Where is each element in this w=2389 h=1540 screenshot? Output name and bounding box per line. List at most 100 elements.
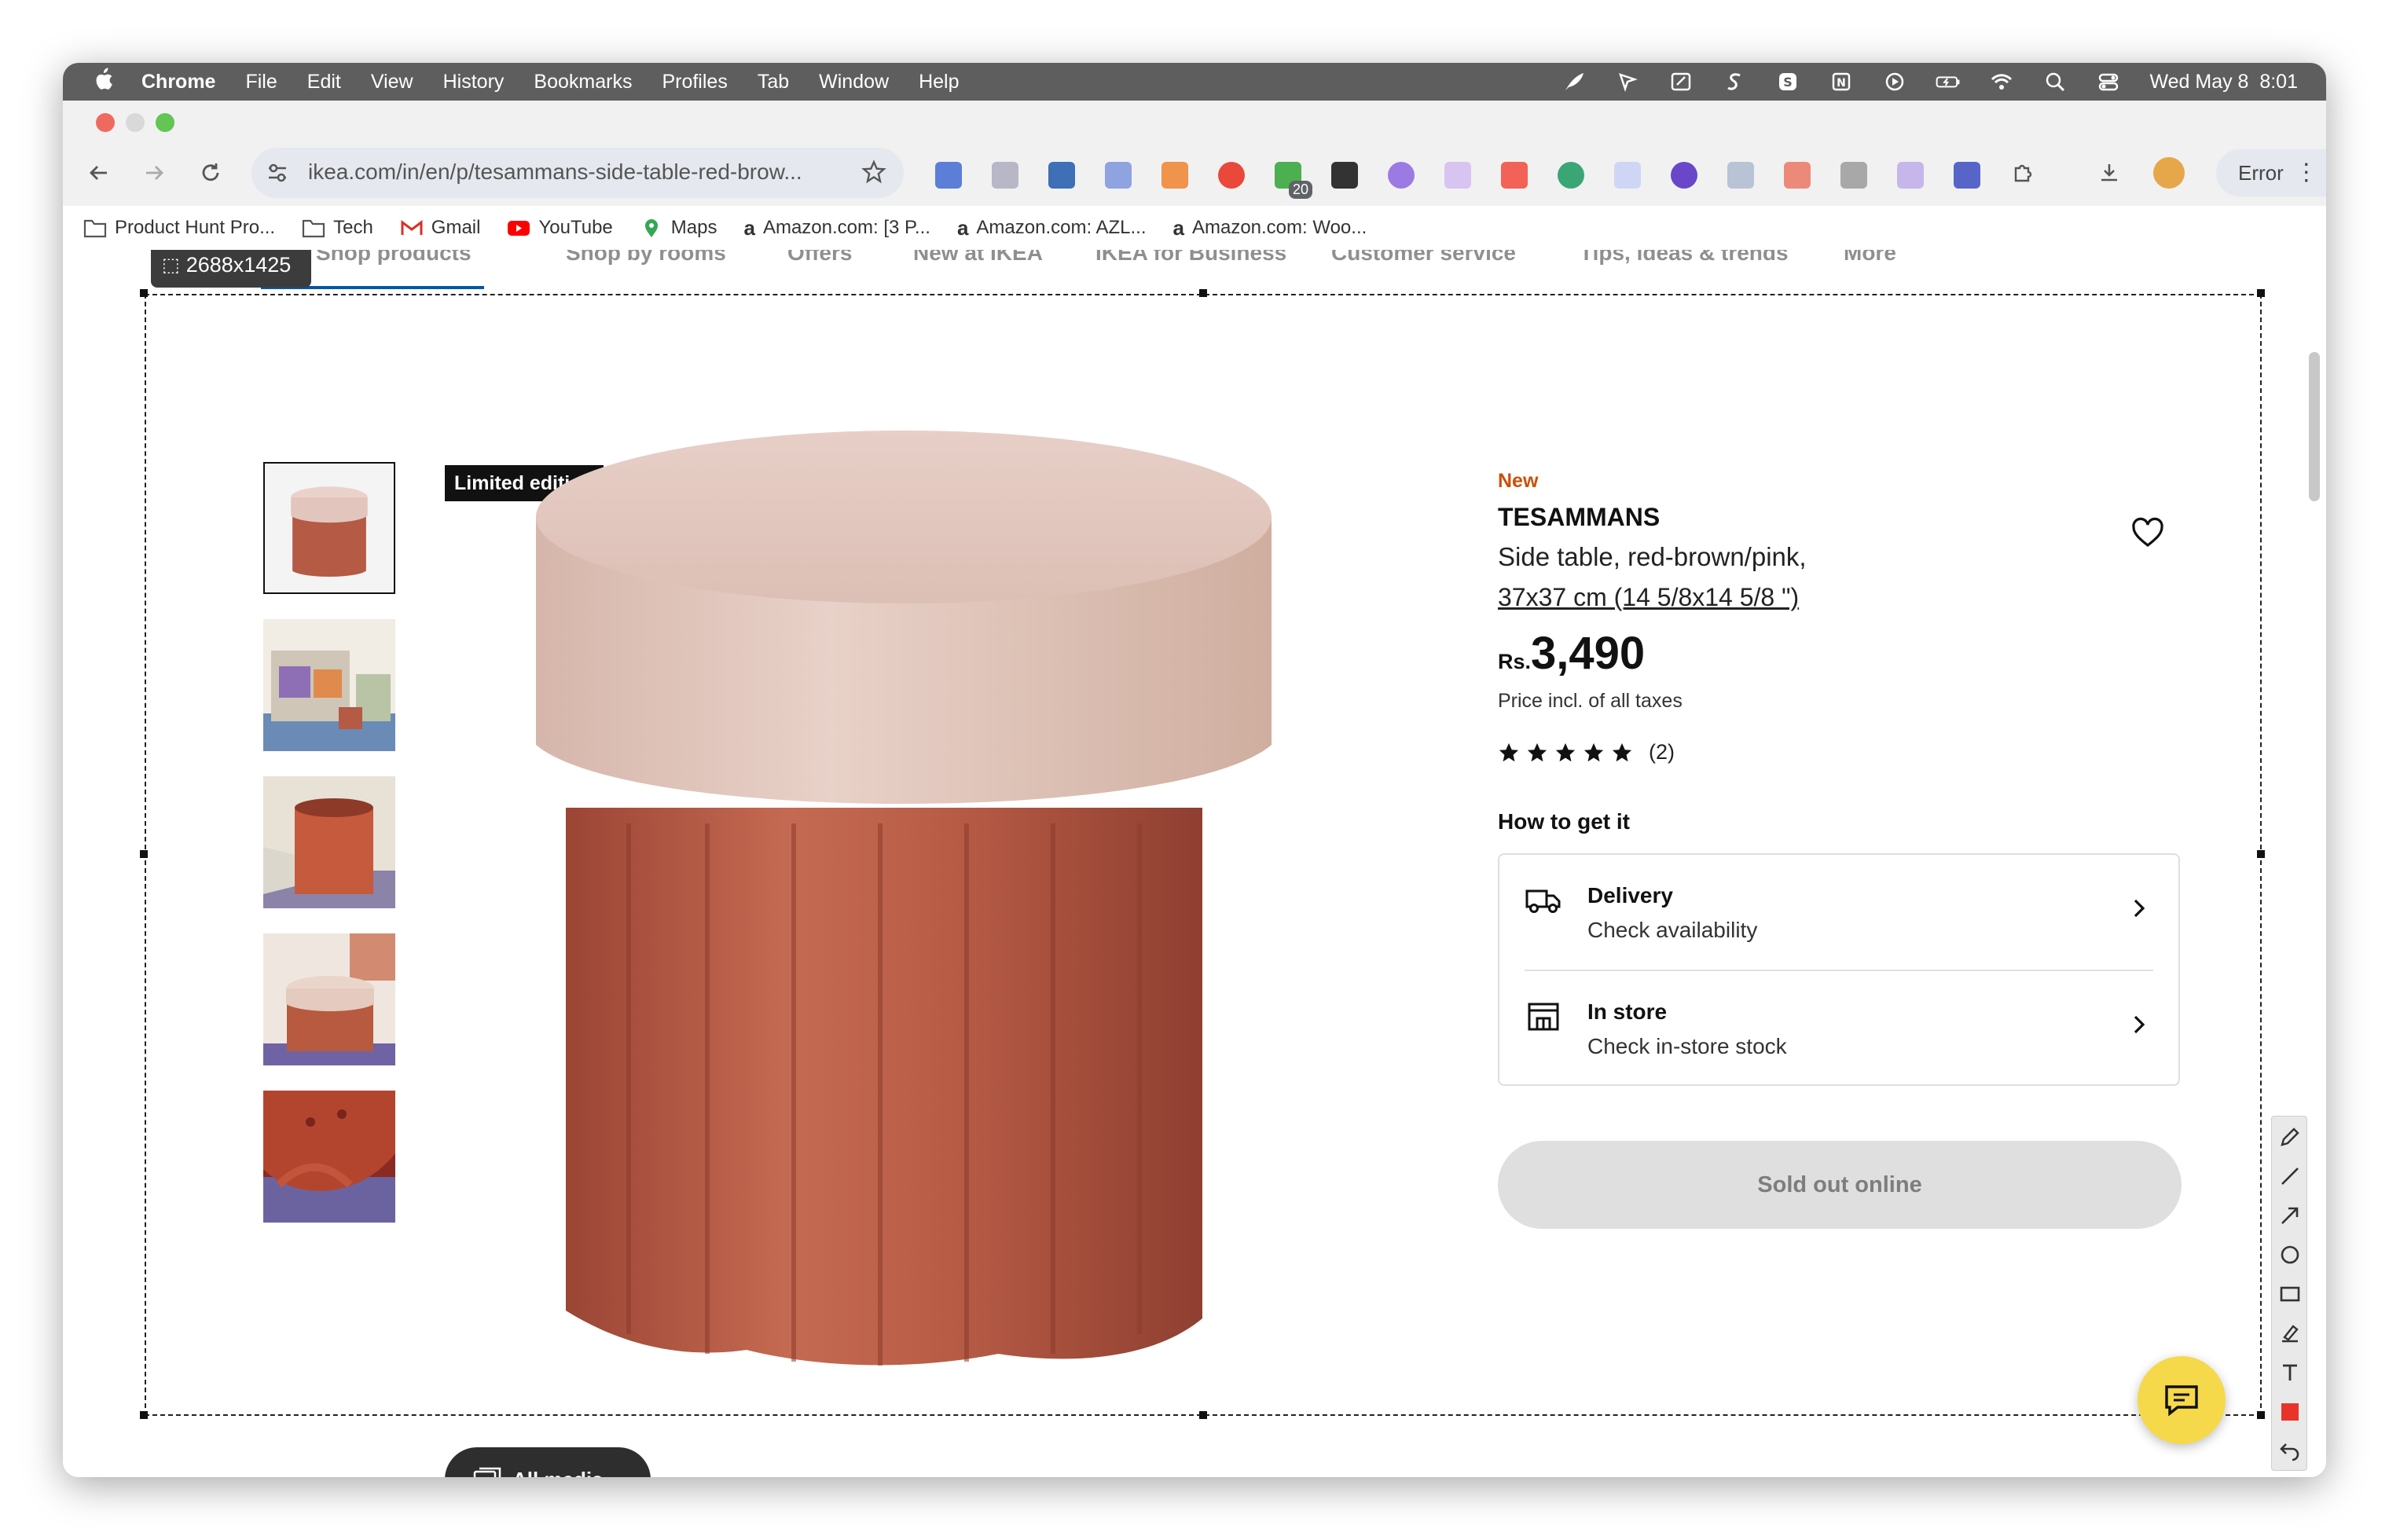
menu-window[interactable]: Window (819, 71, 889, 94)
bookmark-youtube[interactable]: YouTube (507, 217, 613, 239)
menu-view[interactable]: View (371, 71, 413, 94)
selection-handle[interactable] (140, 1411, 148, 1419)
text-tool-icon[interactable] (2277, 1360, 2303, 1385)
chat-button[interactable] (2138, 1356, 2226, 1444)
selection-handle[interactable] (140, 289, 148, 297)
reload-button[interactable] (192, 154, 229, 192)
wifi-icon[interactable] (1989, 71, 2014, 93)
menu-bookmarks[interactable]: Bookmarks (534, 71, 632, 94)
extension-list-icon[interactable] (935, 162, 962, 189)
back-button[interactable] (80, 154, 118, 192)
menu-app-name[interactable]: Chrome (141, 71, 215, 94)
extension-gray-icon[interactable] (1727, 162, 1754, 189)
extension-lavender-icon[interactable] (1444, 162, 1471, 189)
zoom-window-button[interactable] (156, 113, 174, 132)
extension-orange-icon[interactable] (1161, 162, 1188, 189)
edit-screen-icon[interactable] (1668, 71, 1694, 93)
in-store-option[interactable]: In store Check in-store stock (1499, 971, 2178, 1080)
extension-pen-icon[interactable] (1897, 162, 1924, 189)
selection-handle[interactable] (1199, 1411, 1207, 1419)
play-icon[interactable] (1882, 71, 1907, 93)
bookmark-maps[interactable]: Maps (640, 217, 717, 239)
control-center-icon[interactable] (2096, 71, 2121, 93)
line-tool-icon[interactable] (2277, 1164, 2303, 1189)
product-size-link[interactable]: 37x37 cm (14 5/8x14 5/8 ") (1498, 583, 1799, 612)
extensions-puzzle-button[interactable] (2004, 154, 2042, 192)
menu-file[interactable]: File (245, 71, 277, 94)
feather-icon[interactable] (1561, 71, 1587, 93)
extension-tab-icon[interactable] (1048, 162, 1075, 189)
bookmark-amazon-3[interactable]: a Amazon.com: Woo... (1173, 216, 1367, 240)
rectangle-tool-icon[interactable] (2277, 1282, 2303, 1307)
address-bar[interactable]: ikea.com/in/en/p/tesammans-side-table-re… (251, 148, 904, 198)
delivery-option[interactable]: Delivery Check availability (1499, 855, 2178, 963)
spotlight-search-icon[interactable] (2042, 71, 2068, 93)
battery-icon[interactable] (1936, 71, 1961, 93)
bookmark-tech[interactable]: Tech (302, 217, 373, 239)
bookmark-gmail[interactable]: Gmail (400, 217, 480, 239)
extension-teal-icon[interactable] (1558, 162, 1584, 189)
apple-icon[interactable] (93, 67, 113, 97)
close-window-button[interactable] (96, 113, 115, 132)
menu-tab[interactable]: Tab (758, 71, 789, 94)
extension-dark-icon[interactable] (1331, 162, 1358, 189)
bookmark-amazon-1[interactable]: a Amazon.com: [3 P... (743, 216, 930, 240)
all-media-button[interactable]: All media (445, 1447, 651, 1477)
bookmark-star-icon[interactable] (861, 160, 886, 185)
thumbnail-3[interactable] (263, 776, 395, 908)
menu-help[interactable]: Help (919, 71, 959, 94)
nav-customer-service[interactable]: Customer service (1331, 250, 1516, 266)
selection-handle[interactable] (140, 850, 148, 858)
nav-ikea-for-business[interactable]: IKEA for Business (1095, 250, 1286, 266)
nav-tips-ideas[interactable]: Tips, ideas & trends (1580, 250, 1789, 266)
profile-avatar[interactable] (2153, 157, 2185, 189)
thumbnail-5[interactable] (263, 1091, 395, 1223)
extension-reader-icon[interactable] (992, 162, 1018, 189)
color-picker-icon[interactable] (2277, 1399, 2303, 1424)
thumbnail-2[interactable] (263, 619, 395, 751)
s-box-icon[interactable]: S (1775, 71, 1800, 93)
menu-history[interactable]: History (443, 71, 505, 94)
page-scrollbar[interactable] (2309, 352, 2320, 501)
extension-lines-icon[interactable] (1105, 162, 1132, 189)
error-menu-button[interactable]: Error ⋮ (2216, 149, 2326, 196)
forward-button[interactable] (135, 154, 173, 192)
pencil-icon[interactable] (2277, 1124, 2303, 1150)
wishlist-button[interactable] (2130, 515, 2166, 552)
thumbnail-4[interactable] (263, 933, 395, 1065)
cursor-icon[interactable] (1615, 71, 1640, 93)
thumbnail-1[interactable] (263, 462, 395, 594)
extension-color-wheel-icon[interactable] (1218, 162, 1245, 189)
selection-handle[interactable] (2257, 1411, 2265, 1419)
selection-handle[interactable] (1199, 289, 1207, 297)
nav-more[interactable]: More (1844, 250, 1896, 266)
extension-download-icon[interactable] (1671, 162, 1697, 189)
highlighter-icon[interactable] (2277, 1321, 2303, 1346)
url-text[interactable]: ikea.com/in/en/p/tesammans-side-table-re… (308, 160, 802, 185)
extension-red-icon[interactable] (1501, 162, 1528, 189)
ellipse-tool-icon[interactable] (2277, 1242, 2303, 1267)
menu-clock[interactable]: Wed May 8 8:01 (2149, 71, 2298, 94)
extension-purple-icon[interactable] (1388, 162, 1415, 189)
nav-shop-by-rooms[interactable]: Shop by rooms (566, 250, 726, 266)
review-count[interactable]: (2) (1649, 740, 1675, 764)
notion-icon[interactable]: N (1829, 71, 1854, 93)
downloads-button[interactable] (2090, 154, 2128, 192)
scribble-s-icon[interactable] (1722, 71, 1747, 93)
menu-edit[interactable]: Edit (307, 71, 341, 94)
rating-stars[interactable]: (2) (1498, 740, 1675, 764)
bookmark-amazon-2[interactable]: a Amazon.com: AZL... (957, 216, 1147, 240)
extension-stack-icon[interactable] (1840, 162, 1867, 189)
main-product-image[interactable] (511, 415, 1297, 1405)
nav-new-at-ikea[interactable]: New at IKEA (913, 250, 1043, 266)
menu-profiles[interactable]: Profiles (662, 71, 727, 94)
selection-handle[interactable] (2257, 850, 2265, 858)
selection-handle[interactable] (2257, 289, 2265, 297)
extension-image-icon[interactable] (1784, 162, 1811, 189)
nav-offers[interactable]: Offers (787, 250, 852, 266)
extension-sparkle-icon[interactable] (1614, 162, 1641, 189)
undo-icon[interactable] (2277, 1439, 2303, 1464)
bookmark-product-hunt[interactable]: Product Hunt Pro... (83, 217, 275, 239)
arrow-tool-icon[interactable] (2277, 1203, 2303, 1228)
minimize-window-button[interactable] (126, 113, 145, 132)
